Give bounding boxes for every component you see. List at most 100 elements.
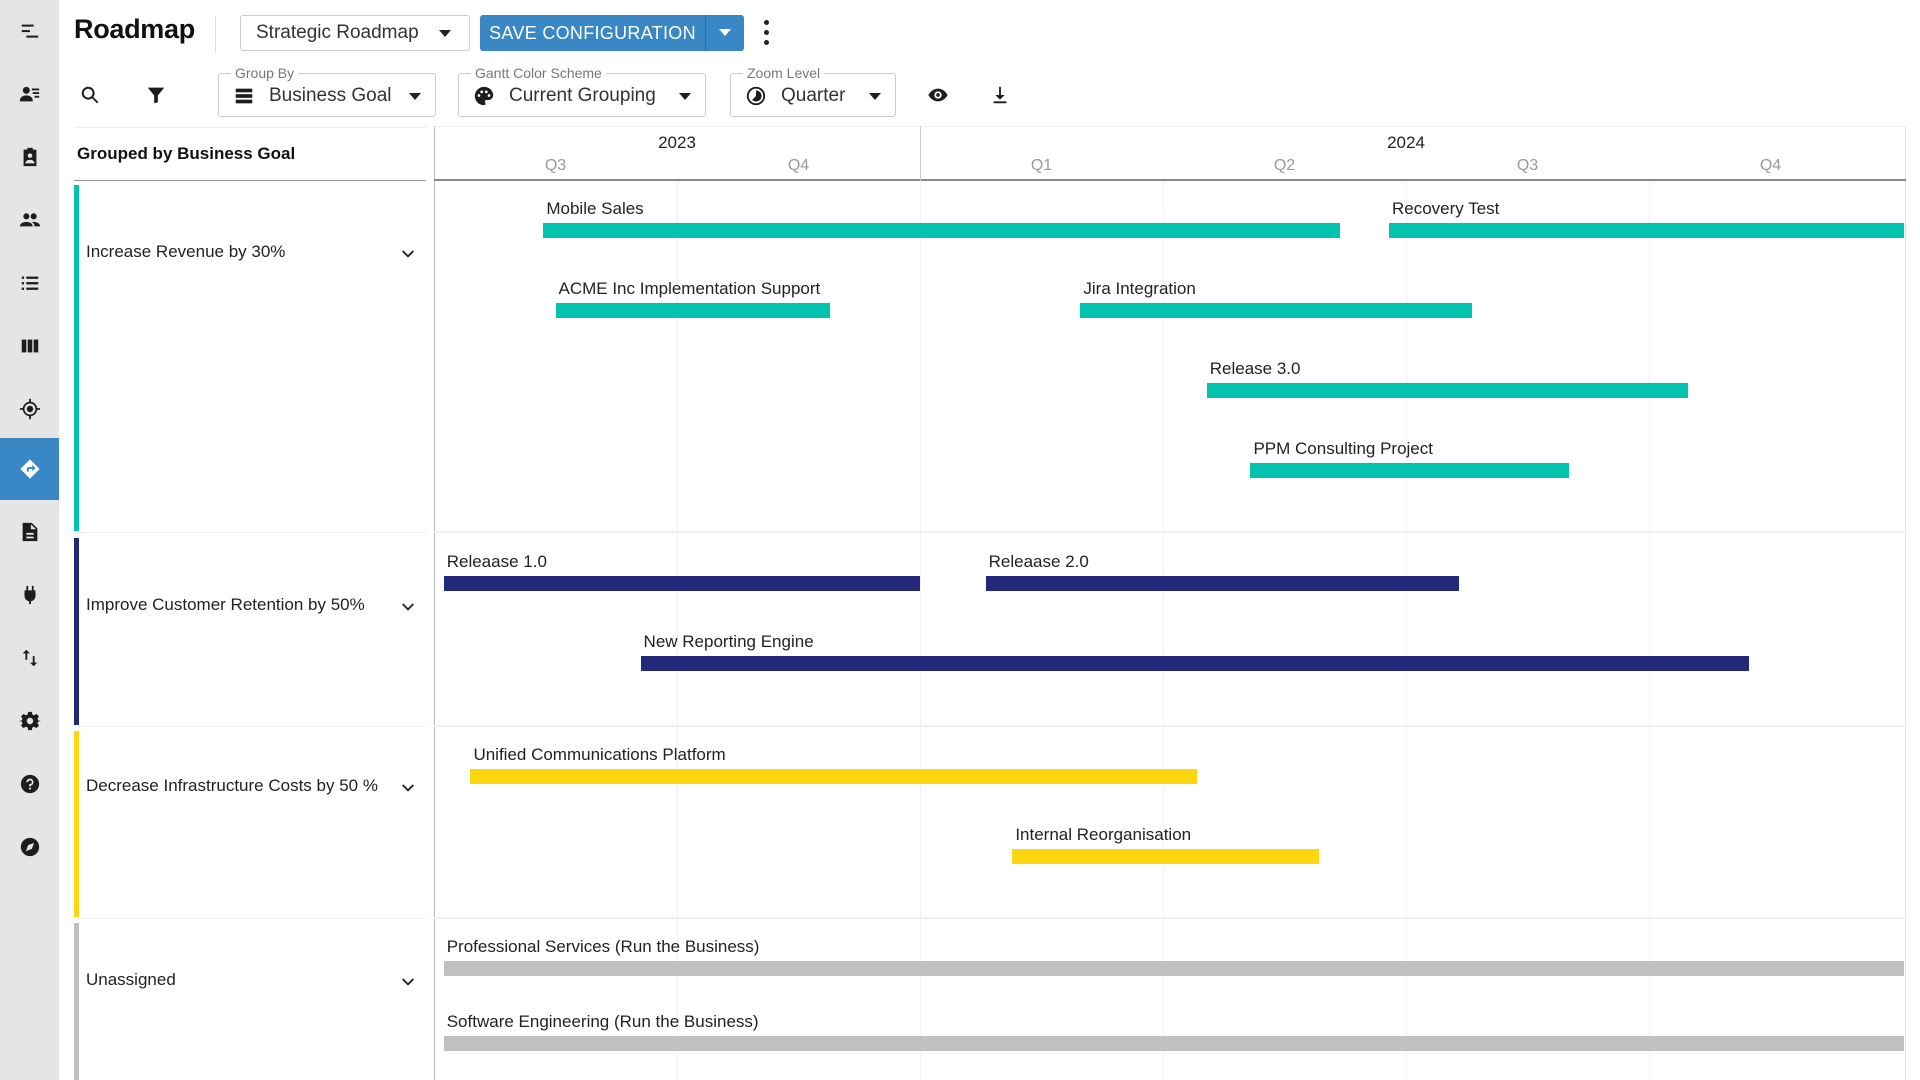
gantt-bar-label: ACME Inc Implementation Support xyxy=(558,279,821,298)
caret-down-icon xyxy=(869,93,881,100)
caret-down-icon xyxy=(409,93,421,100)
gantt-bar-label: PPM Consulting Project xyxy=(1253,439,1433,458)
visibility-button[interactable] xyxy=(924,81,952,109)
plug-icon xyxy=(24,585,35,605)
gantt-bar[interactable] xyxy=(555,303,831,318)
gantt-bar[interactable] xyxy=(443,1036,1905,1051)
document-icon xyxy=(22,522,37,542)
roadmap-view-select[interactable]: Strategic Roadmap xyxy=(240,15,470,51)
gantt-bar[interactable] xyxy=(1080,303,1472,318)
color-scheme-value: Current Grouping xyxy=(509,85,656,106)
row-separator xyxy=(434,725,1906,727)
filter-icon xyxy=(147,87,165,104)
gantt-bar-label: Releaase 1.0 xyxy=(446,552,547,571)
gantt-bar[interactable] xyxy=(470,769,1197,784)
grouping-header: Grouped by Business Goal xyxy=(74,127,426,181)
sidebar-item-people-list[interactable] xyxy=(0,63,59,125)
group-row: Increase Revenue by 30% xyxy=(74,185,426,531)
gantt-bar-label: Releaase 2.0 xyxy=(988,552,1089,571)
palette-icon xyxy=(473,85,495,107)
clock-quarter-icon xyxy=(745,85,767,107)
group-by-select[interactable]: Group By Business Goal xyxy=(218,65,436,117)
caret-down-icon xyxy=(439,30,451,37)
sidebar-item-integrations[interactable] xyxy=(0,564,59,626)
gantt-bar[interactable] xyxy=(1388,223,1905,238)
sidebar-item-badge[interactable] xyxy=(0,126,59,188)
gantt-bar-label: Unified Communications Platform xyxy=(473,745,726,764)
chevron-down-icon[interactable] xyxy=(400,779,416,795)
roadmap-view-value: Strategic Roadmap xyxy=(256,22,419,43)
gantt-color-scheme-select[interactable]: Gantt Color Scheme Current Grouping xyxy=(458,65,706,117)
save-options-dropdown-button[interactable] xyxy=(705,15,744,51)
gantt-bar[interactable] xyxy=(1206,383,1688,398)
quarter-label: Q4 xyxy=(787,157,810,174)
zoom-level-select[interactable]: Zoom Level Quarter xyxy=(730,65,896,117)
quarter-gridline xyxy=(920,181,921,1080)
more-options-icon[interactable] xyxy=(758,18,774,48)
chevron-down-icon[interactable] xyxy=(400,245,416,261)
gantt-bar-label: Jira Integration xyxy=(1083,279,1196,298)
sidebar-item-settings[interactable] xyxy=(0,690,59,752)
zoom-level-legend: Zoom Level xyxy=(743,65,825,81)
sidebar-item-menu-collapse[interactable] xyxy=(0,0,59,62)
gantt-bar-label: Recovery Test xyxy=(1391,199,1500,218)
gantt-bar[interactable] xyxy=(543,223,1341,238)
gantt-bar-label: Software Engineering (Run the Business) xyxy=(446,1012,759,1031)
group-color-stripe xyxy=(74,731,79,917)
sidebar-item-help[interactable] xyxy=(0,753,59,815)
chevron-down-icon[interactable] xyxy=(400,598,416,614)
search-button[interactable] xyxy=(76,81,104,109)
caret-down-icon xyxy=(679,93,691,100)
group-by-value: Business Goal xyxy=(269,85,392,106)
quarter-label: Q4 xyxy=(1759,157,1782,174)
gantt-bar[interactable] xyxy=(1250,463,1569,478)
timeline-header: 2023 2024 Q3 Q4 Q1 Q2 Q3 Q4 xyxy=(434,126,1906,181)
group-label: Unassigned xyxy=(86,970,176,989)
quarter-label: Q3 xyxy=(1516,157,1539,174)
zoom-level-value: Quarter xyxy=(781,85,846,106)
gantt-bar[interactable] xyxy=(985,576,1460,591)
download-button[interactable] xyxy=(986,81,1014,109)
person-list-icon xyxy=(19,86,39,102)
gantt-bar-label: Internal Reorganisation xyxy=(1015,825,1192,844)
help-icon xyxy=(20,774,39,794)
sidebar-item-list[interactable] xyxy=(0,252,59,314)
row-separator xyxy=(74,532,426,533)
group-color-stripe xyxy=(74,185,79,531)
sidebar-item-explore[interactable] xyxy=(0,816,59,878)
sidebar-item-import-export[interactable] xyxy=(0,627,59,689)
gantt-bar[interactable] xyxy=(443,961,1905,976)
quarter-label: Q2 xyxy=(1273,157,1296,174)
search-icon xyxy=(81,86,99,104)
gantt-bar-label: Mobile Sales xyxy=(546,199,644,218)
gantt-bar[interactable] xyxy=(443,576,920,591)
sidebar-item-teams[interactable] xyxy=(0,189,59,251)
caret-down-icon xyxy=(719,29,731,36)
filter-button[interactable] xyxy=(142,81,170,109)
compass-icon xyxy=(20,837,39,857)
sidebar-item-roadmap[interactable] xyxy=(0,438,59,500)
row-separator xyxy=(74,726,426,727)
eye-icon xyxy=(928,88,948,102)
gantt-bar[interactable] xyxy=(1012,849,1319,864)
color-scheme-legend: Gantt Color Scheme xyxy=(471,65,606,81)
chevron-down-icon[interactable] xyxy=(400,973,416,989)
sidebar-item-board[interactable] xyxy=(0,315,59,377)
quarter-gridline xyxy=(1649,181,1650,1080)
gantt-bar-label: Release 3.0 xyxy=(1209,359,1301,378)
group-by-legend: Group By xyxy=(231,65,299,81)
sidebar-item-goals[interactable] xyxy=(0,378,59,440)
year-label: 2024 xyxy=(1387,133,1425,152)
row-separator xyxy=(434,917,1906,919)
year-label: 2023 xyxy=(658,133,696,152)
gantt-bar-label: Professional Services (Run the Business) xyxy=(446,937,760,956)
sidebar-item-documents[interactable] xyxy=(0,501,59,563)
save-configuration-button[interactable]: SAVE CONFIGURATION xyxy=(480,15,705,51)
gantt-bar[interactable] xyxy=(640,656,1749,671)
group-color-stripe xyxy=(74,538,79,725)
group-label: Increase Revenue by 30% xyxy=(86,242,286,261)
swap-vertical-icon xyxy=(22,649,37,667)
group-color-stripe xyxy=(74,923,79,1080)
row-separator xyxy=(74,918,426,919)
list-icon xyxy=(21,276,38,290)
